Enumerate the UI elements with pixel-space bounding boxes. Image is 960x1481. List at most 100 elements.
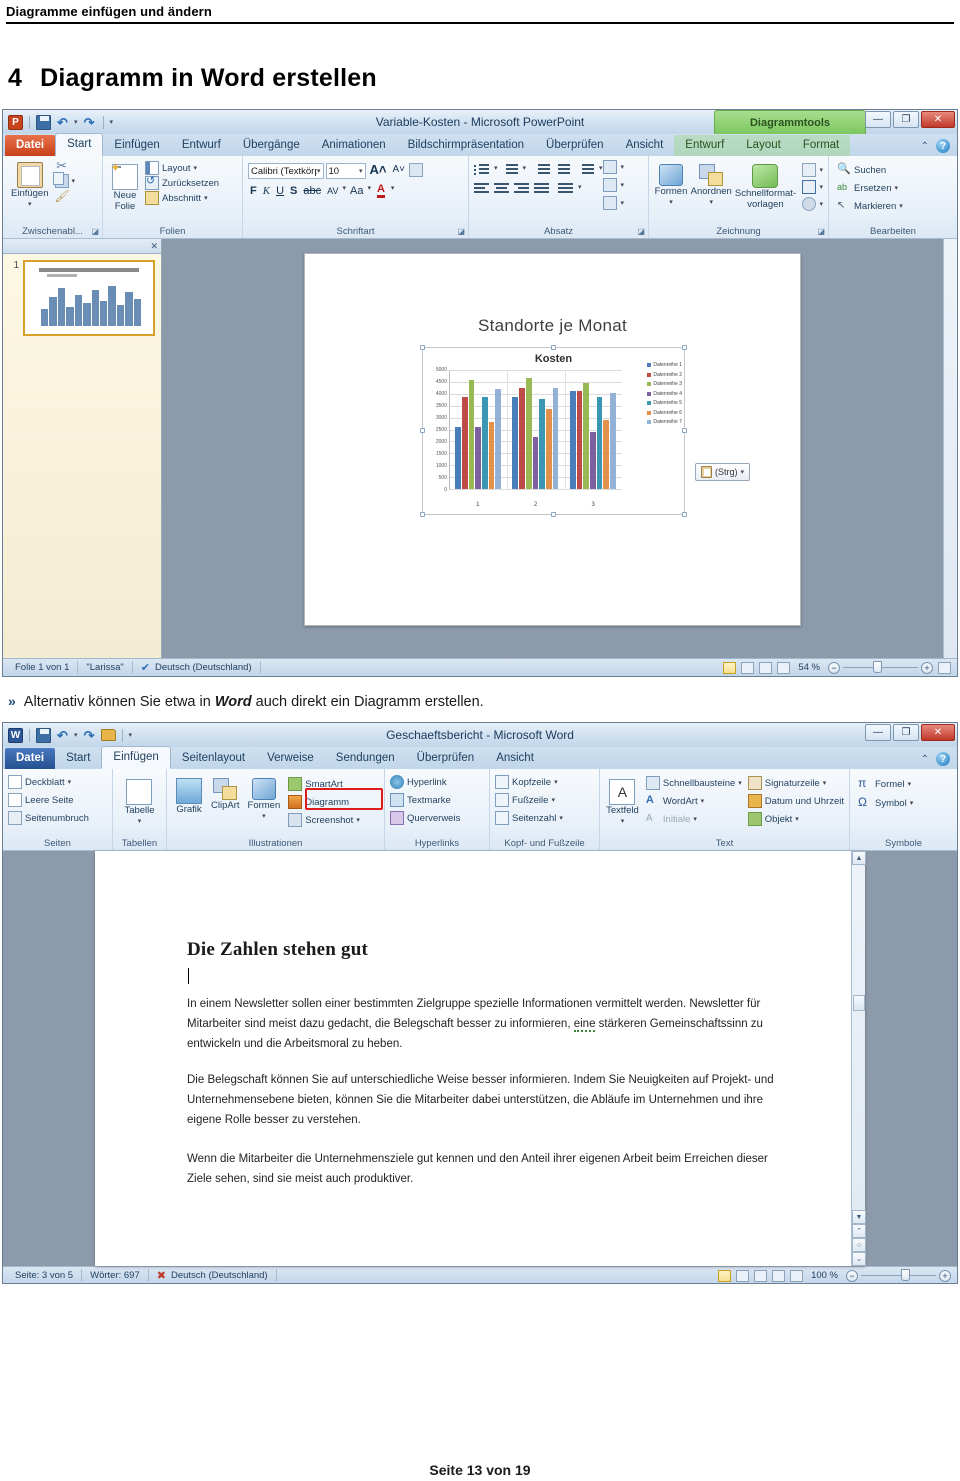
powerpoint-vertical-scrollbar[interactable] [943, 239, 957, 658]
resize-handle-e[interactable] [682, 428, 687, 433]
customize-qat-icon[interactable]: ▾ [129, 731, 133, 739]
text-direction-button[interactable]: ▾ [603, 160, 624, 174]
decrease-indent-icon[interactable] [535, 164, 551, 177]
slide-canvas[interactable]: Standorte je Monat Kosten 0 500 1000 1500 20… [304, 253, 801, 626]
status-language-cell[interactable]: ✖ Deutsch (Deutschland) [149, 1269, 277, 1282]
layout-button[interactable]: Layout ▾ [145, 161, 219, 175]
table-button[interactable]: Tabelle ▾ [121, 778, 157, 828]
chart-button[interactable]: Diagramm [288, 795, 360, 809]
ctx-tab-format[interactable]: Format [792, 135, 850, 156]
restore-button[interactable]: ❐ [893, 724, 919, 741]
help-icon[interactable]: ? [936, 139, 950, 153]
font-color-button[interactable]: A [376, 184, 385, 198]
clear-formatting-icon[interactable] [409, 163, 424, 177]
word-quick-access-toolbar[interactable]: W ↶ ▾ ↷ ▾ [3, 727, 133, 743]
zoom-level-word[interactable]: 100 % [811, 1270, 838, 1281]
format-painter-icon[interactable]: 🖌 [55, 189, 70, 203]
smartart-dropdown-icon[interactable]: ▾ [620, 197, 624, 210]
quickparts-dropdown-icon[interactable]: ▾ [738, 777, 742, 790]
tab-sendungen[interactable]: Sendungen [325, 748, 406, 769]
shrink-font-icon[interactable]: A˅ [391, 163, 408, 177]
justify-icon[interactable] [534, 183, 549, 196]
view-outline-button[interactable] [772, 1269, 786, 1282]
customize-qat-icon[interactable]: ▾ [110, 118, 114, 126]
previous-page-button[interactable]: ⌃ [852, 1224, 866, 1238]
shape-outline-button[interactable]: ▾ [802, 180, 823, 194]
view-draft-button[interactable] [790, 1269, 804, 1282]
view-slideshow-button[interactable] [777, 661, 791, 674]
symbol-button[interactable]: Ω Symbol ▾ [858, 796, 952, 810]
word-vertical-scrollbar[interactable]: ▲ ▼ ⌃ ○ ⌄ [851, 851, 866, 1266]
quick-styles-button[interactable]: Schnellformat- vorlagen [734, 163, 796, 211]
slide-title-text[interactable]: Standorte je Monat [305, 316, 800, 336]
case-dropdown-icon[interactable]: ▾ [367, 184, 371, 192]
textbox-button[interactable]: A Textfeld ▾ [605, 778, 640, 828]
change-case-button[interactable]: Aa [348, 184, 365, 198]
shape-outline-dropdown-icon[interactable]: ▾ [819, 181, 823, 194]
section-button[interactable]: Abschnitt ▾ [145, 191, 219, 205]
status-word-count[interactable]: Wörter: 697 [82, 1269, 149, 1282]
text-direction-dropdown-icon[interactable]: ▾ [620, 161, 624, 174]
zoom-slider-word[interactable]: − + [846, 1269, 951, 1282]
new-slide-button[interactable]: ✦ Neue Folie [108, 161, 142, 213]
scroll-thumb[interactable] [853, 995, 865, 1011]
close-button[interactable]: ✕ [921, 111, 955, 128]
status-page-info[interactable]: Seite: 3 von 5 [7, 1269, 83, 1282]
shape-fill-button[interactable]: ▾ [802, 163, 823, 177]
cover-page-button[interactable]: Deckblatt ▾ [8, 775, 107, 789]
italic-button[interactable]: K [261, 184, 272, 198]
spellcheck-icon[interactable]: ✔ [141, 661, 150, 674]
numbering-dropdown-icon[interactable]: ▾ [523, 164, 527, 172]
shapes-button[interactable]: Formen ▾ [654, 163, 688, 209]
zoom-out-button[interactable]: − [828, 661, 840, 674]
spellcheck-error-icon[interactable]: ✖ [157, 1269, 166, 1282]
tab-ueberpruefen[interactable]: Überprüfen [535, 135, 615, 156]
tab-ansicht[interactable]: Ansicht [485, 748, 545, 769]
status-language-cell[interactable]: ✔ Deutsch (Deutschland) [133, 661, 261, 674]
datetime-button[interactable]: Datum und Uhrzeit [747, 794, 844, 808]
resize-handle-n[interactable] [550, 345, 556, 350]
ctx-tab-layout[interactable]: Layout [735, 135, 792, 156]
status-theme[interactable]: "Larissa" [78, 661, 133, 674]
header-dropdown-icon[interactable]: ▾ [554, 776, 558, 789]
blank-page-button[interactable]: Leere Seite [8, 793, 107, 807]
wordart-button[interactable]: A WordArt ▾ [646, 794, 742, 808]
align-right-icon[interactable] [514, 183, 529, 196]
page-number-button[interactable]: Seitenzahl ▾ [495, 811, 594, 825]
shapes-dropdown-icon[interactable]: ▾ [262, 811, 266, 822]
paste-button[interactable]: Einfügen ▾ [8, 161, 52, 211]
zoom-level-ppt[interactable]: 54 % [798, 662, 820, 673]
word-ribbon-help-zone[interactable]: ⌃ ? [921, 752, 957, 769]
cover-page-dropdown-icon[interactable]: ▾ [68, 776, 72, 789]
zoom-track[interactable] [861, 1269, 936, 1281]
word-app-icon[interactable]: W [8, 727, 23, 743]
tab-ansicht[interactable]: Ansicht [615, 135, 675, 156]
document-paragraph-3[interactable]: Wenn die Mitarbeiter die Unternehmenszie… [187, 1149, 785, 1189]
zoom-thumb[interactable] [873, 661, 882, 673]
page-number-dropdown-icon[interactable]: ▾ [559, 812, 563, 825]
tab-datei[interactable]: Datei [5, 748, 56, 769]
quick-access-toolbar[interactable]: P ↶ ▾ ↷ ▾ [3, 114, 114, 130]
line-spacing-dropdown-icon[interactable]: ▾ [599, 164, 603, 172]
page-break-button[interactable]: Seitenumbruch [8, 811, 107, 825]
save-icon[interactable] [36, 114, 51, 130]
textbox-dropdown-icon[interactable]: ▾ [621, 816, 625, 827]
font-size-combo[interactable]: 10 ▾ [325, 163, 366, 179]
tab-verweise[interactable]: Verweise [256, 748, 325, 769]
help-icon[interactable]: ? [936, 752, 950, 766]
save-icon[interactable] [36, 727, 51, 743]
align-center-icon[interactable] [494, 183, 509, 196]
zoom-in-button[interactable]: + [921, 661, 933, 674]
tab-bildschirmpraesentation[interactable]: Bildschirmpräsentation [397, 135, 535, 156]
bullets-icon[interactable] [474, 164, 489, 177]
redo-icon[interactable]: ↷ [82, 728, 97, 743]
font-name-combo[interactable]: Calibri (Textkörpe ▾ [248, 163, 324, 179]
scroll-down-button[interactable]: ▼ [852, 1210, 866, 1224]
tab-start[interactable]: Start [55, 133, 104, 156]
word-workspace[interactable]: Die Zahlen stehen gut In einem Newslette… [3, 851, 957, 1266]
strikethrough-button[interactable]: abc [301, 184, 323, 198]
minimize-ribbon-icon[interactable]: ⌃ [921, 754, 929, 765]
table-dropdown-icon[interactable]: ▾ [138, 816, 142, 827]
section-dropdown-icon[interactable]: ▾ [204, 192, 208, 205]
tab-start[interactable]: Start [55, 748, 101, 769]
